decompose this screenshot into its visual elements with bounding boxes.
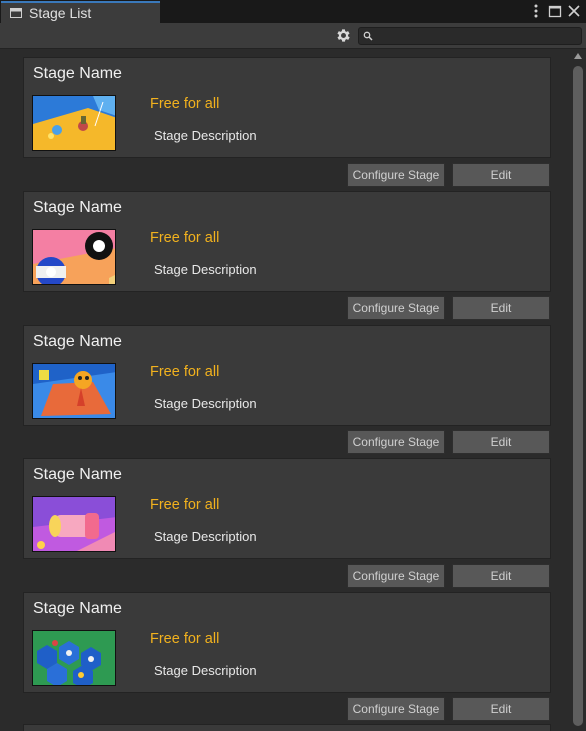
window-icon (10, 8, 22, 18)
stage-list: Stage Name Free for all Stage Descriptio… (0, 49, 570, 731)
stage-description: Stage Description (154, 663, 257, 678)
scroll-up-arrow-icon[interactable] (574, 53, 582, 59)
stage-card[interactable]: Stage Name Free for all Stage Descriptio… (23, 57, 551, 158)
configure-stage-button[interactable]: Configure Stage (347, 296, 445, 320)
stage-price: Free for all (150, 631, 220, 647)
yellow-arena-thumbnail (32, 95, 116, 151)
stage-card[interactable]: Stage Name Free for all Stage Descriptio… (23, 458, 551, 559)
stage-card-partial[interactable] (23, 724, 551, 731)
stage-name: Stage Name (33, 466, 122, 483)
close-icon[interactable] (566, 3, 582, 19)
stage-description: Stage Description (154, 128, 257, 143)
stage-description: Stage Description (154, 262, 257, 277)
stage-card[interactable]: Stage Name Free for all Stage Descriptio… (23, 592, 551, 693)
configure-stage-button[interactable]: Configure Stage (347, 430, 445, 454)
orange-character-thumbnail (32, 363, 116, 419)
configure-stage-button[interactable]: Configure Stage (347, 163, 445, 187)
search-input[interactable] (377, 28, 577, 44)
scroll-thumb[interactable] (573, 66, 583, 726)
edit-button[interactable]: Edit (452, 697, 550, 721)
tab-stage-list[interactable]: Stage List (1, 1, 160, 23)
stage-card[interactable]: Stage Name Free for all Stage Descriptio… (23, 191, 551, 292)
maximize-icon[interactable] (547, 3, 563, 19)
stage-price: Free for all (150, 497, 220, 513)
stage-price: Free for all (150, 230, 220, 246)
configure-stage-button[interactable]: Configure Stage (347, 564, 445, 588)
stage-price: Free for all (150, 96, 220, 112)
kebab-menu-icon[interactable] (528, 3, 544, 19)
stage-price: Free for all (150, 364, 220, 380)
edit-button[interactable]: Edit (452, 163, 550, 187)
stage-card[interactable]: Stage Name Free for all Stage Descriptio… (23, 325, 551, 426)
stage-name: Stage Name (33, 65, 122, 82)
billiard-balls-thumbnail (32, 229, 116, 285)
blue-hex-tiles-thumbnail (32, 630, 116, 686)
window-tab-bar: Stage List (0, 0, 586, 23)
vertical-scrollbar[interactable] (570, 49, 586, 731)
configure-stage-button[interactable]: Configure Stage (347, 697, 445, 721)
stage-name: Stage Name (33, 600, 122, 617)
pink-hammer-thumbnail (32, 496, 116, 552)
edit-button[interactable]: Edit (452, 564, 550, 588)
edit-button[interactable]: Edit (452, 430, 550, 454)
stage-description: Stage Description (154, 529, 257, 544)
stage-description: Stage Description (154, 396, 257, 411)
stage-name: Stage Name (33, 199, 122, 216)
search-icon (363, 31, 373, 41)
stage-name: Stage Name (33, 333, 122, 350)
gear-icon[interactable] (335, 27, 352, 44)
window-title: Stage List (29, 5, 92, 21)
search-field[interactable] (358, 27, 582, 45)
edit-button[interactable]: Edit (452, 296, 550, 320)
